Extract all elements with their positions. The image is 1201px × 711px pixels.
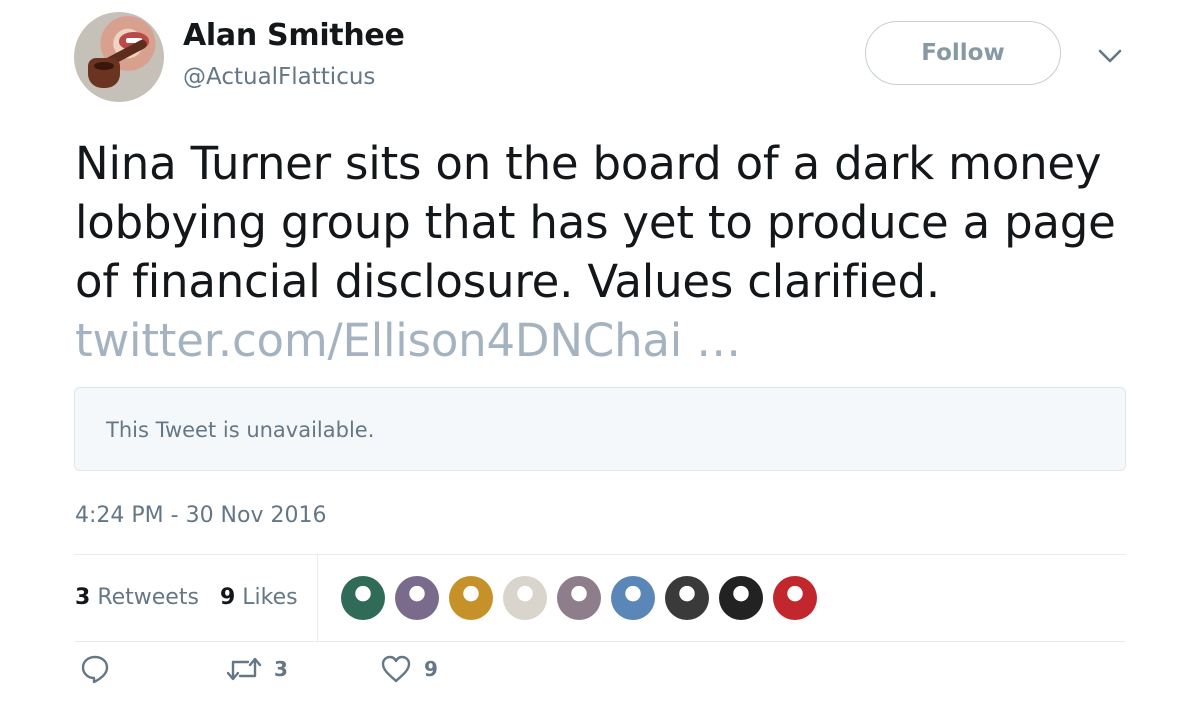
quoted-tweet-status: This Tweet is unavailable. — [106, 418, 375, 442]
likes-label: Likes — [242, 585, 298, 610]
like-count: 9 — [424, 657, 438, 681]
liker-avatar[interactable] — [611, 576, 655, 620]
tweet-body: Nina Turner sits on the board of a dark … — [75, 137, 1116, 308]
tweet-text: Nina Turner sits on the board of a dark … — [75, 134, 1145, 370]
tweet-stats: 3 Retweets 9 Likes — [75, 585, 298, 610]
liker-avatars — [341, 576, 827, 620]
retweets-stat[interactable]: 3 Retweets — [75, 585, 199, 610]
liker-avatar[interactable] — [557, 576, 601, 620]
liker-avatar[interactable] — [449, 576, 493, 620]
author-display-name[interactable]: Alan Smithee — [183, 18, 405, 53]
liker-avatar[interactable] — [773, 576, 817, 620]
stats-bottom-divider — [74, 641, 1126, 642]
author-avatar[interactable] — [74, 12, 164, 102]
stats-top-divider — [74, 554, 1126, 555]
tweet-timestamp[interactable]: 4:24 PM - 30 Nov 2016 — [75, 503, 326, 528]
retweets-label: Retweets — [97, 585, 199, 610]
retweet-count: 3 — [274, 657, 288, 681]
follow-button[interactable]: Follow — [865, 21, 1061, 85]
reply-icon — [80, 654, 110, 684]
likes-stat[interactable]: 9 Likes — [220, 585, 298, 610]
chevron-down-icon[interactable] — [1096, 44, 1124, 68]
tweet-link[interactable]: twitter.com/Ellison4DNChai … — [75, 314, 741, 367]
liker-avatar[interactable] — [341, 576, 385, 620]
retweet-icon — [226, 654, 262, 684]
liker-avatar[interactable] — [395, 576, 439, 620]
avatar-pipe-bowl — [88, 58, 120, 88]
author-handle[interactable]: @ActualFlatticus — [183, 64, 375, 90]
liker-avatar[interactable] — [503, 576, 547, 620]
stats-vertical-divider — [317, 555, 318, 641]
likes-count: 9 — [219, 585, 236, 610]
heart-icon — [380, 654, 412, 684]
reply-button[interactable] — [80, 654, 110, 684]
retweet-button[interactable]: 3 — [226, 654, 288, 684]
retweets-count: 3 — [75, 585, 91, 610]
liker-avatar[interactable] — [665, 576, 709, 620]
liker-avatar[interactable] — [719, 576, 763, 620]
like-button[interactable]: 9 — [380, 654, 438, 684]
quoted-tweet-card[interactable]: This Tweet is unavailable. — [74, 387, 1126, 471]
